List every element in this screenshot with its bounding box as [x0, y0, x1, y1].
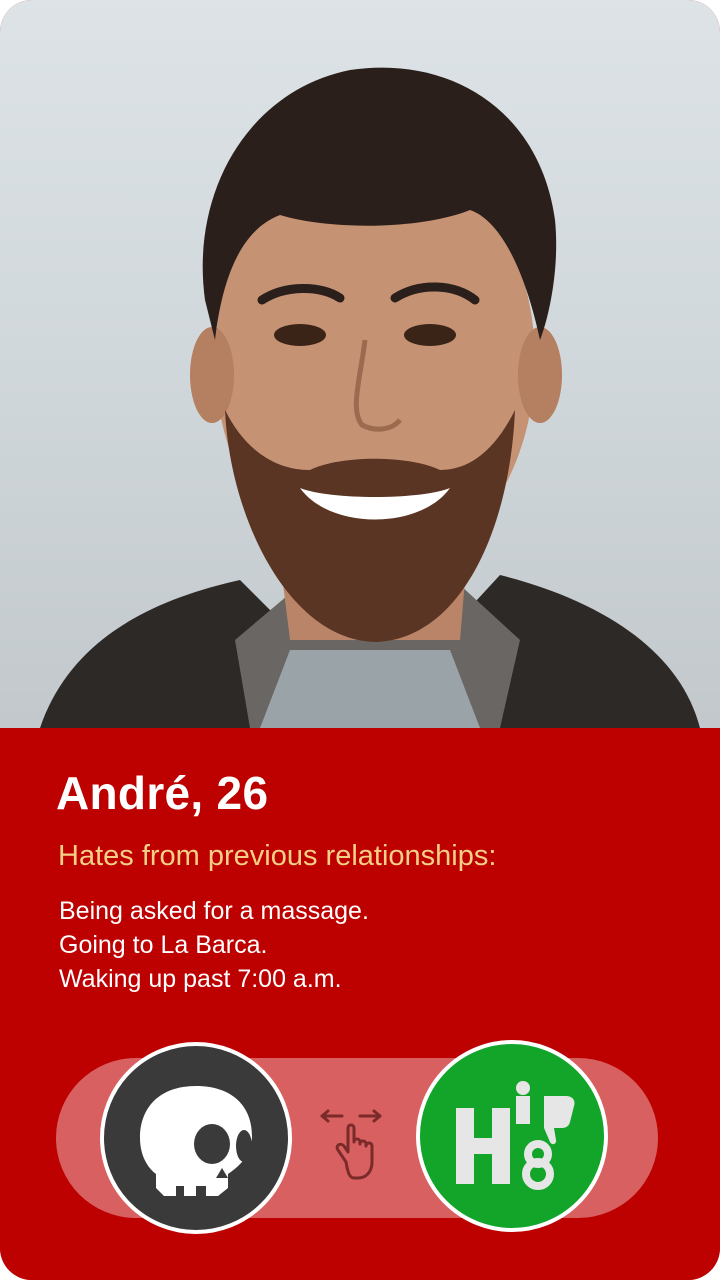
- profile-info: André, 26 Hates from previous relationsh…: [0, 728, 720, 1280]
- reject-button[interactable]: [100, 1042, 292, 1234]
- hate-item: Waking up past 7:00 a.m.: [59, 965, 342, 993]
- skull-icon: [140, 1086, 252, 1196]
- hates-subtitle: Hates from previous relationships:: [58, 840, 497, 872]
- hate-button[interactable]: [416, 1040, 608, 1232]
- profile-photo: [0, 0, 720, 728]
- profile-name-age: André, 26: [56, 767, 269, 819]
- profile-card[interactable]: André, 26 Hates from previous relationsh…: [0, 0, 720, 1280]
- hate-item: Being asked for a massage.: [59, 897, 369, 925]
- hate-item: Going to La Barca.: [59, 931, 268, 959]
- swipe-hand-icon: [316, 1102, 386, 1182]
- hates-list: Being asked for a massage. Going to La B…: [59, 894, 369, 996]
- h8-thumbs-down-icon: [456, 1081, 575, 1190]
